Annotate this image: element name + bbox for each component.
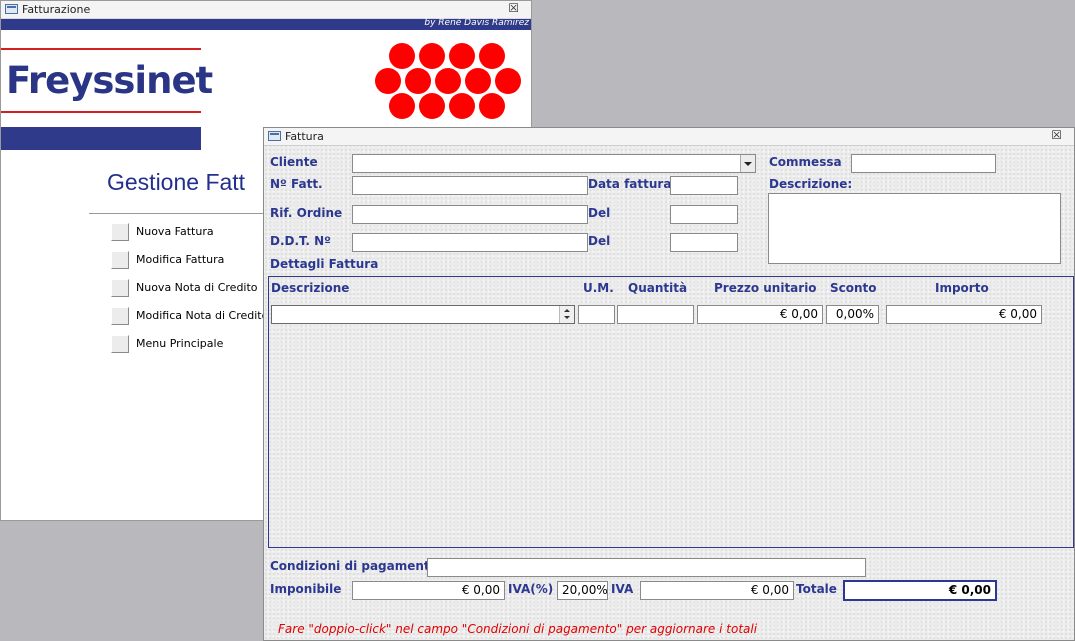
- rif-ordine-label: Rif. Ordine: [270, 206, 343, 220]
- window-title: Fattura: [285, 130, 324, 143]
- row-um-field[interactable]: [578, 305, 615, 324]
- row-descrizione-field[interactable]: [271, 305, 575, 324]
- spinner-icon[interactable]: [559, 306, 574, 323]
- iva-label: IVA: [611, 582, 634, 596]
- modifica-nota-credito-label: Modifica Nota di Credito: [136, 309, 269, 322]
- dettagli-fattura-label: Dettagli Fattura: [270, 257, 379, 271]
- dettagli-subform: Descrizione U.M. Quantità Prezzo unitari…: [268, 276, 1074, 548]
- byline: by René Davis Ramirez: [424, 18, 529, 28]
- col-importo: Importo: [935, 281, 989, 295]
- del-ddt-label: Del: [588, 234, 611, 248]
- del-ordine-label: Del: [588, 206, 611, 220]
- menu-principale-label: Menu Principale: [136, 337, 224, 350]
- modifica-fattura-button[interactable]: [111, 251, 129, 269]
- cliente-label: Cliente: [270, 155, 318, 169]
- numero-fattura-label: Nº Fatt.: [270, 177, 323, 191]
- logo-dots: [375, 43, 525, 121]
- condizioni-field[interactable]: [427, 558, 866, 577]
- descrizione-label: Descrizione:: [769, 177, 853, 191]
- page-title: Gestione Fatt: [107, 169, 246, 195]
- form-icon: [5, 4, 18, 14]
- row-sconto-field[interactable]: 0,00%: [826, 305, 879, 324]
- col-descrizione: Descrizione: [271, 281, 350, 295]
- nuova-fattura-button[interactable]: [111, 223, 129, 241]
- cliente-combo[interactable]: [352, 154, 756, 173]
- modifica-fattura-label: Modifica Fattura: [136, 253, 225, 266]
- numero-fattura-field[interactable]: [352, 176, 588, 195]
- totale-field[interactable]: € 0,00: [843, 580, 997, 601]
- condizioni-label: Condizioni di pagamento: [270, 559, 438, 573]
- ddt-field[interactable]: [352, 233, 588, 252]
- hint-note: Fare "doppio-click" nel campo "Condizion…: [278, 622, 758, 636]
- menu-principale-button[interactable]: [111, 335, 129, 353]
- descrizione-textarea[interactable]: [768, 193, 1061, 264]
- commessa-label: Commessa: [769, 155, 842, 169]
- divider: [89, 213, 269, 214]
- nuova-fattura-label: Nuova Fattura: [136, 225, 214, 238]
- freyssinet-logo: Freyssinet: [6, 59, 213, 102]
- window-title: Fatturazione: [22, 3, 91, 16]
- col-um: U.M.: [583, 281, 614, 295]
- nuova-nota-credito-label: Nuova Nota di Credito: [136, 281, 258, 294]
- row-importo-field[interactable]: € 0,00: [886, 305, 1042, 324]
- iva-field[interactable]: € 0,00: [640, 581, 794, 600]
- col-prezzo-unitario: Prezzo unitario: [714, 281, 817, 295]
- form-icon: [268, 131, 281, 141]
- iva-percent-field[interactable]: 20,00%: [557, 581, 608, 600]
- fattura-window: Fattura ☒ Cliente Commessa Nº Fatt. Data…: [263, 127, 1075, 641]
- del-ddt-field[interactable]: [670, 233, 738, 252]
- close-icon[interactable]: ☒: [508, 1, 519, 15]
- rif-ordine-field[interactable]: [352, 205, 588, 224]
- row-quantita-field[interactable]: [617, 305, 694, 324]
- close-icon[interactable]: ☒: [1051, 128, 1062, 142]
- iva-percent-label: IVA(%): [508, 582, 554, 596]
- commessa-field[interactable]: [851, 154, 996, 173]
- row-prezzo-field[interactable]: € 0,00: [697, 305, 823, 324]
- imponibile-field[interactable]: € 0,00: [352, 581, 505, 600]
- imponibile-label: Imponibile: [270, 582, 342, 596]
- del-ordine-field[interactable]: [670, 205, 738, 224]
- totale-label: Totale: [796, 582, 837, 596]
- logo-banner: Freyssinet: [1, 19, 213, 150]
- col-sconto: Sconto: [830, 281, 877, 295]
- data-fattura-label: Data fattura: [588, 177, 672, 191]
- chevron-down-icon[interactable]: [740, 155, 755, 172]
- fatturazione-titlebar[interactable]: Fatturazione ☒: [1, 1, 531, 19]
- ddt-label: D.D.T. Nº: [270, 234, 331, 248]
- fattura-titlebar[interactable]: Fattura ☒: [264, 128, 1074, 146]
- data-fattura-field[interactable]: [670, 176, 738, 195]
- nuova-nota-credito-button[interactable]: [111, 279, 129, 297]
- col-quantita: Quantità: [628, 281, 688, 295]
- modifica-nota-credito-button[interactable]: [111, 307, 129, 325]
